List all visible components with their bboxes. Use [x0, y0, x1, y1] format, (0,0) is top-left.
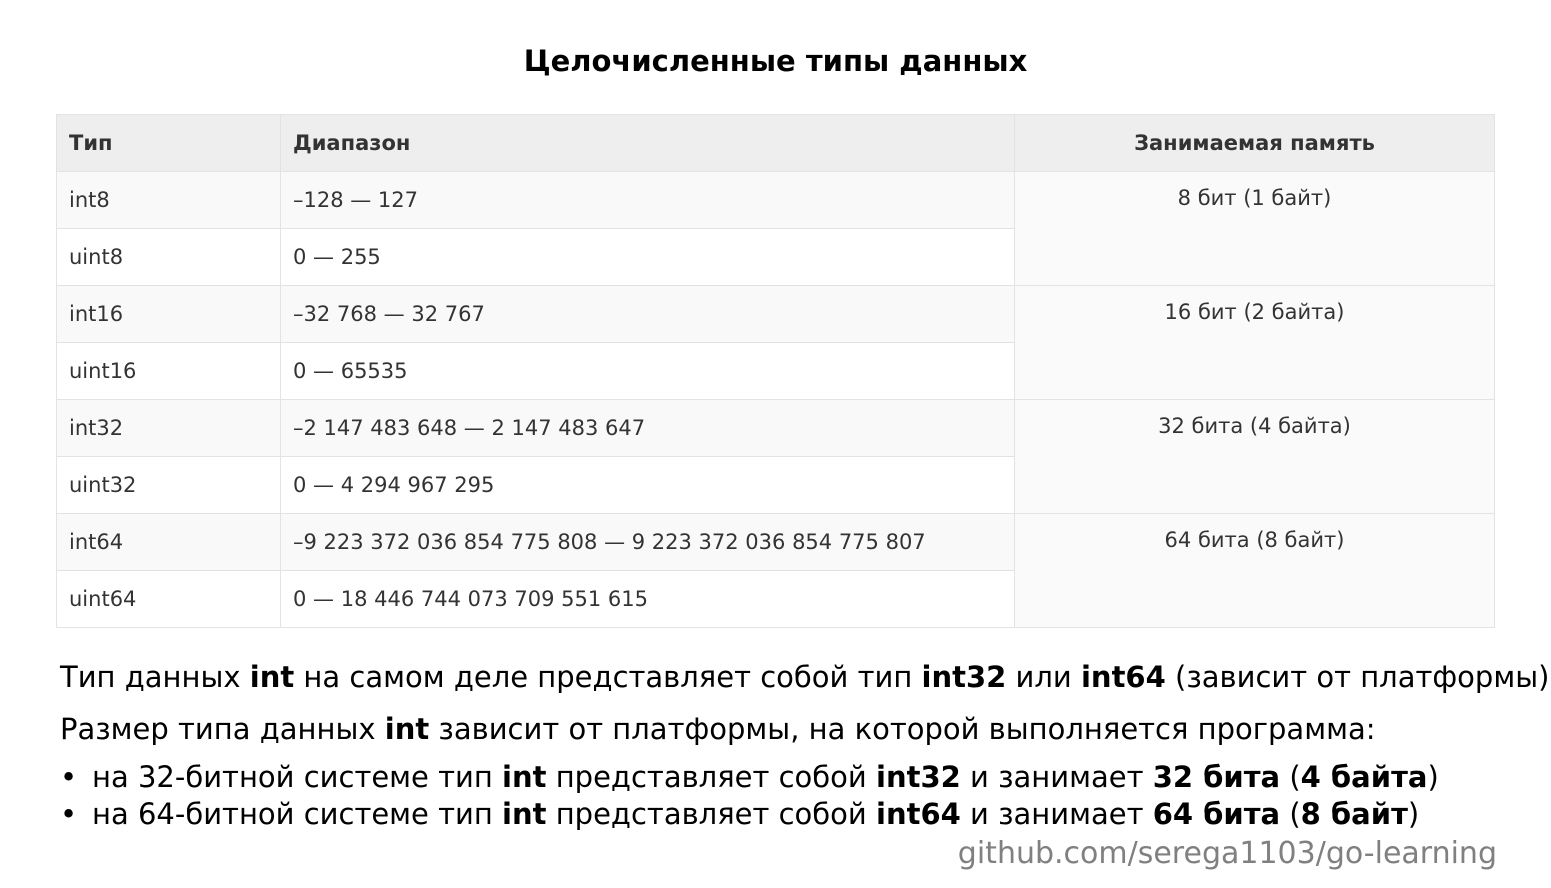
type-cell: uint16 — [56, 342, 281, 400]
text: или — [1006, 660, 1081, 694]
type-cell: int32 — [56, 399, 281, 457]
range-cell: –9 223 372 036 854 775 808 — 9 223 372 0… — [280, 513, 1015, 571]
text: Тип данных — [60, 660, 250, 694]
table-row: int64 –9 223 372 036 854 775 808 — 9 223… — [56, 513, 1495, 628]
platform-list: • на 32-битной системе тип int представля… — [60, 760, 1439, 834]
range-cell: 0 — 4 294 967 295 — [280, 456, 1015, 514]
range-cell: 0 — 18 446 744 073 709 551 615 — [280, 570, 1015, 628]
range-cell: –32 768 — 32 767 — [280, 285, 1015, 343]
bold-text: 4 байта — [1300, 760, 1428, 794]
bold-text: int32 — [876, 760, 961, 794]
text: представляет собой — [546, 760, 876, 794]
paragraph-int-size: Размер типа данных int зависит от платфо… — [60, 712, 1375, 746]
type-cell: int64 — [56, 513, 281, 571]
bold-text: 64 бита — [1152, 797, 1281, 831]
type-cell: uint64 — [56, 570, 281, 628]
bold-text: int — [384, 712, 430, 746]
integer-types-table: Тип Диапазон Занимаемая память int8 –128… — [56, 114, 1495, 628]
bold-text: int64 — [1080, 660, 1166, 694]
bold-text: int32 — [921, 660, 1007, 694]
type-cell: int16 — [56, 285, 281, 343]
text: (зависит от платформы). — [1165, 660, 1551, 694]
type-cell: int8 — [56, 171, 281, 229]
text: на самом деле представляет собой тип — [294, 660, 922, 694]
bold-text: int64 — [876, 797, 961, 831]
paragraph-int-type: Тип данных int на самом деле представляе… — [60, 660, 1551, 694]
memory-cell: 16 бит (2 байта) — [1014, 285, 1495, 400]
text: представляет собой — [546, 797, 876, 831]
header-memory: Занимаемая память — [1014, 114, 1495, 172]
bullet-icon: • — [60, 797, 78, 831]
range-cell: –128 — 127 — [280, 171, 1015, 229]
memory-cell: 32 бита (4 байта) — [1014, 399, 1495, 514]
text: ( — [1280, 797, 1301, 831]
list-item: • на 32-битной системе тип int представля… — [60, 760, 1439, 797]
page-title: Целочисленные типы данных — [523, 44, 1028, 78]
bold-text: 32 бита — [1152, 760, 1281, 794]
text: Размер типа данных — [60, 712, 385, 746]
bold-text: int — [502, 797, 547, 831]
bold-text: int — [502, 760, 547, 794]
text: и занимает — [960, 797, 1153, 831]
type-cell: uint8 — [56, 228, 281, 286]
table-header-row: Тип Диапазон Занимаемая память — [56, 114, 1495, 172]
table-row: int32 –2 147 483 648 — 2 147 483 647 32 … — [56, 399, 1495, 514]
text: ) — [1427, 760, 1439, 794]
text: ) — [1407, 797, 1420, 831]
table-row: int16 –32 768 — 32 767 16 бит (2 байта) — [56, 285, 1495, 400]
text: ( — [1280, 760, 1301, 794]
table-row: int8 –128 — 127 8 бит (1 байт) — [56, 171, 1495, 286]
memory-cell: 64 бита (8 байт) — [1014, 513, 1495, 628]
text: зависит от платформы, на которой выполня… — [429, 712, 1376, 746]
text: на 64-битной системе тип — [92, 797, 503, 831]
type-cell: uint32 — [56, 456, 281, 514]
header-type: Тип — [56, 114, 281, 172]
text: и занимает — [960, 760, 1153, 794]
range-cell: 0 — 255 — [280, 228, 1015, 286]
list-item: • на 64-битной системе тип int представля… — [60, 797, 1439, 834]
source-link: github.com/serega1103/go-learning — [957, 836, 1497, 871]
text: на 32-битной системе тип — [92, 760, 503, 794]
range-cell: 0 — 65535 — [280, 342, 1015, 400]
bullet-icon: • — [60, 760, 78, 794]
bold-text: 8 байт — [1300, 797, 1408, 831]
range-cell: –2 147 483 648 — 2 147 483 647 — [280, 399, 1015, 457]
header-range: Диапазон — [280, 114, 1015, 172]
bold-text: int — [249, 660, 295, 694]
memory-cell: 8 бит (1 байт) — [1014, 171, 1495, 286]
